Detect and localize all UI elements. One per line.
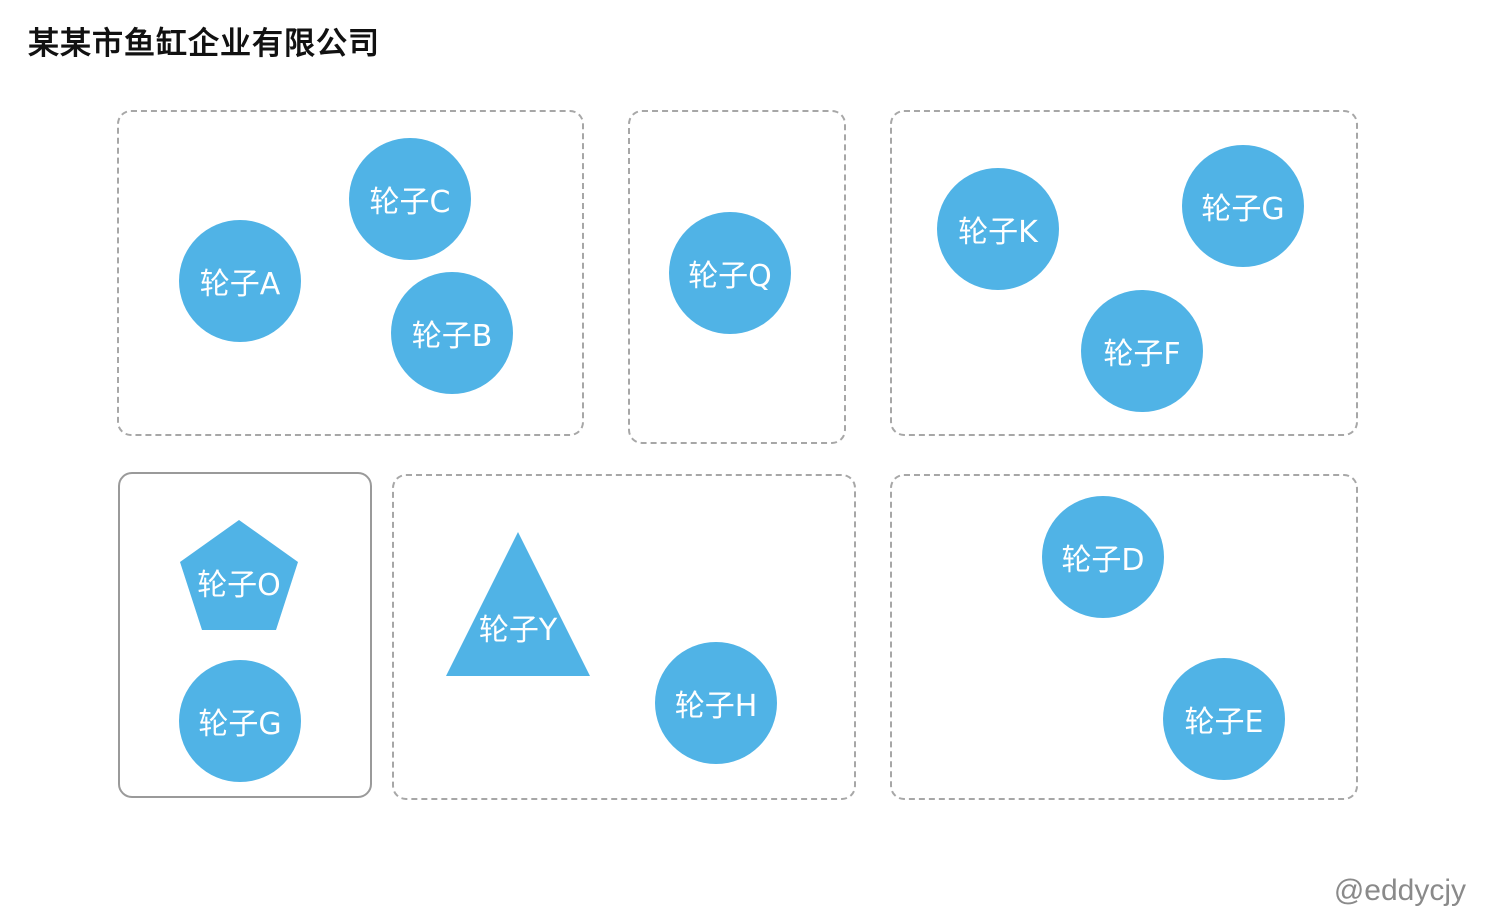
node-wheel-k[interactable]: 轮子K bbox=[937, 168, 1059, 290]
node-wheel-y[interactable]: 轮子Y bbox=[446, 532, 590, 676]
node-wheel-o-label: 轮子O bbox=[197, 568, 281, 603]
node-wheel-g-top[interactable]: 轮子G bbox=[1182, 145, 1304, 267]
author-watermark: @eddycjy bbox=[1333, 874, 1466, 907]
node-wheel-d[interactable]: 轮子D bbox=[1042, 496, 1164, 618]
node-wheel-e[interactable]: 轮子E bbox=[1163, 658, 1285, 780]
node-wheel-b[interactable]: 轮子B bbox=[391, 272, 513, 394]
page-title: 某某市鱼缸企业有限公司 bbox=[28, 26, 380, 62]
node-wheel-a[interactable]: 轮子A bbox=[179, 220, 301, 342]
node-wheel-g-bottom[interactable]: 轮子G bbox=[179, 660, 301, 782]
node-wheel-c[interactable]: 轮子C bbox=[349, 138, 471, 260]
node-wheel-o[interactable]: 轮子O bbox=[180, 520, 298, 630]
node-wheel-f[interactable]: 轮子F bbox=[1081, 290, 1203, 412]
node-wheel-y-label: 轮子Y bbox=[478, 613, 558, 648]
node-wheel-h[interactable]: 轮子H bbox=[655, 642, 777, 764]
node-wheel-q[interactable]: 轮子Q bbox=[669, 212, 791, 334]
